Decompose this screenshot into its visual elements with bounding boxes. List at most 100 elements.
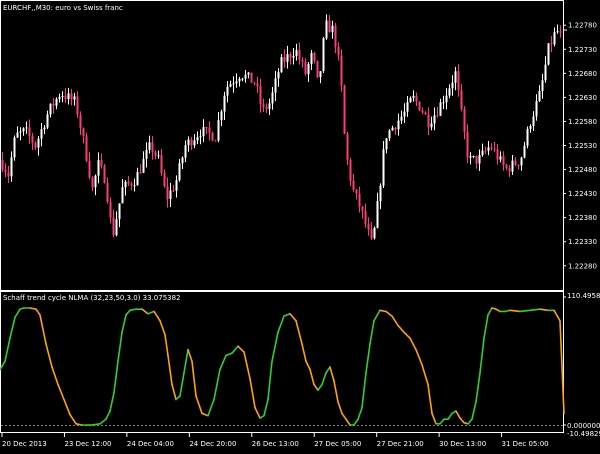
candle-body (256, 83, 259, 87)
candle-body (331, 25, 334, 33)
candle-body (109, 201, 112, 218)
candle-body (481, 150, 484, 155)
price-tick-label: 1.22280 (568, 262, 597, 270)
candle-body (490, 147, 493, 149)
candle-body (7, 172, 10, 177)
candle-body (196, 137, 199, 141)
candle-body (322, 38, 325, 72)
time-tick-label: 27 Dec 05:00 (314, 440, 361, 448)
candle-body (433, 115, 436, 124)
candle-body (289, 54, 292, 58)
chart-window: EURCHF,,M30: euro vs Swiss franc 1.22780… (0, 0, 600, 450)
candle-body (70, 93, 73, 100)
candle-body (472, 155, 475, 157)
candle-body (544, 64, 547, 81)
candle-body (292, 55, 295, 58)
candle-body (304, 61, 307, 75)
candle-body (316, 60, 319, 78)
candle-body (247, 72, 250, 75)
candle-body (361, 206, 364, 211)
candle-body (121, 187, 124, 204)
main-panel-title: EURCHF,,M30: euro vs Swiss franc (3, 4, 123, 12)
candle-body (151, 142, 154, 153)
time-tick-label: 24 Dec 20:00 (189, 440, 236, 448)
candle-body (208, 127, 211, 133)
candle-body (529, 125, 532, 129)
candle-body (265, 107, 268, 109)
candle-body (46, 114, 49, 128)
candle-body (52, 103, 55, 106)
candle-body (145, 149, 148, 159)
candle-body (67, 93, 70, 100)
candle-body (85, 136, 88, 161)
candle-body (280, 57, 283, 73)
time-tick-label: 31 Dec 05:00 (502, 440, 549, 448)
time-tick-label: 30 Dec 13:00 (439, 440, 486, 448)
candle-body (475, 155, 478, 164)
candle-body (13, 137, 16, 158)
candle-body (49, 103, 52, 115)
candle-body (514, 160, 517, 165)
candle-body (103, 166, 106, 183)
candle-body (142, 158, 145, 173)
price-tick-label: 1.22430 (568, 190, 597, 198)
candle-body (118, 203, 121, 220)
candle-body (169, 190, 172, 200)
candle-body (424, 112, 427, 115)
candle-body (217, 120, 220, 141)
candle-body (517, 164, 520, 166)
candle-body (214, 140, 217, 142)
time-tick-label: 26 Dec 13:00 (252, 440, 299, 448)
candle-body (409, 97, 412, 103)
candle-body (106, 182, 109, 202)
candle-body (406, 102, 409, 112)
stc-segment (29, 307, 37, 310)
candle-body (97, 160, 100, 176)
candle-body (202, 127, 205, 137)
stc-segment (129, 308, 137, 312)
candle-body (352, 180, 355, 190)
candle-body (499, 156, 502, 160)
candle-body (178, 163, 181, 181)
candle-body (460, 90, 463, 109)
candle-body (367, 224, 370, 230)
candle-body (325, 20, 328, 39)
candle-body (463, 108, 466, 132)
candle-body (298, 50, 301, 60)
candle-body (34, 142, 37, 148)
candle-body (487, 147, 490, 151)
price-tick-label: 1.22380 (568, 214, 597, 222)
candle-body (262, 104, 265, 108)
price-tick-label: 1.22530 (568, 142, 597, 150)
candle-body (295, 50, 298, 56)
candle-body (199, 136, 202, 138)
candle-body (334, 25, 337, 47)
candle-body (346, 133, 349, 160)
candle-body (73, 96, 76, 100)
candle-body (418, 101, 421, 111)
candle-body (397, 120, 400, 130)
stc-segment (379, 309, 387, 313)
candle-body (313, 52, 316, 61)
candle-body (448, 88, 451, 96)
candle-body (286, 54, 289, 62)
candle-body (277, 72, 280, 79)
candle-body (187, 139, 190, 146)
candle-body (268, 103, 271, 109)
stc-segment (75, 423, 83, 426)
candle-body (139, 172, 142, 174)
candle-body (550, 43, 553, 45)
candle-body (349, 159, 352, 181)
price-tick-label: 1.22580 (568, 118, 597, 126)
candle-body (382, 149, 385, 186)
candle-body (379, 185, 382, 202)
candle-body (37, 138, 40, 148)
time-tick-label: 20 Dec 2013 (2, 440, 47, 448)
candle-body (64, 95, 67, 100)
candle-body (541, 80, 544, 92)
candle-body (370, 229, 373, 239)
candle-body (223, 95, 226, 112)
candle-body (4, 169, 7, 173)
candle-body (133, 185, 136, 187)
candle-body (229, 84, 232, 87)
